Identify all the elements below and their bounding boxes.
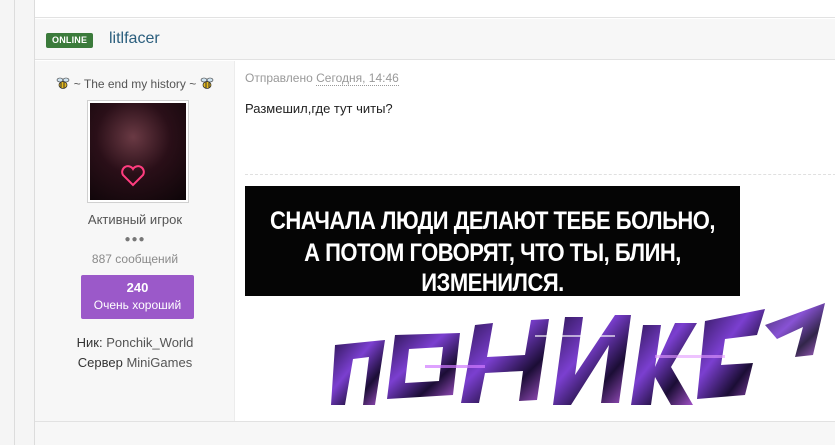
quote-line-1: СНАЧАЛА ЛЮДИ ДЕЛАЮТ ТЕБЕ БОЛЬНО, bbox=[269, 206, 716, 235]
server-field: Сервер MiniGames bbox=[35, 355, 235, 370]
nick-field: Ник: Ponchik_World bbox=[35, 335, 235, 350]
post-footer-bar bbox=[35, 421, 835, 445]
bee-icon bbox=[200, 77, 213, 89]
posted-time: Сегодня, 14:46 bbox=[316, 71, 399, 86]
avatar-image bbox=[90, 103, 186, 200]
author-info-panel: ~ The end my history ~ Активный игрок ●●… bbox=[35, 61, 235, 421]
nick-label: Ник: bbox=[76, 335, 103, 350]
user-title-text: ~ The end my history ~ bbox=[73, 77, 197, 91]
post-header: ONLINE litlfacer bbox=[35, 19, 835, 60]
nick-value: Ponchik_World bbox=[106, 335, 194, 350]
post-content: Отправлено Сегодня, 14:46 Размешил,где т… bbox=[245, 61, 835, 421]
post-top-separator bbox=[35, 0, 835, 18]
posted-label: Отправлено bbox=[245, 71, 313, 85]
server-label: Сервер bbox=[77, 355, 123, 370]
quote-line-2: А ПОТОМ ГОВОРЯТ, ЧТО ТЫ, БЛИН, ИЗМЕНИЛСЯ… bbox=[304, 238, 681, 297]
signature-graffiti-art bbox=[331, 303, 825, 405]
page-gutter bbox=[0, 0, 15, 445]
post-body-text: Размешил,где тут читы? bbox=[245, 101, 393, 116]
signature-divider bbox=[245, 174, 835, 175]
posts-count: 887 сообщений bbox=[91, 252, 179, 266]
server-value: MiniGames bbox=[126, 355, 193, 370]
bee-icon bbox=[57, 77, 70, 89]
post-meta: Отправлено Сегодня, 14:46 bbox=[245, 71, 399, 86]
forum-post: ONLINE litlfacer ~ The end my history ~ bbox=[34, 0, 835, 445]
user-title: ~ The end my history ~ bbox=[35, 77, 235, 91]
user-rank: Активный игрок bbox=[87, 212, 183, 227]
reputation-value: 240 bbox=[126, 280, 149, 295]
author-username-link[interactable]: litlfacer bbox=[109, 29, 160, 49]
reputation-label: Очень хороший bbox=[93, 298, 182, 312]
reputation-badge[interactable]: 240 Очень хороший bbox=[81, 275, 194, 319]
signature-quote-image: СНАЧАЛА ЛЮДИ ДЕЛАЮТ ТЕБЕ БОЛЬНО, А ПОТОМ… bbox=[245, 186, 740, 297]
heart-icon bbox=[121, 165, 145, 187]
avatar[interactable] bbox=[87, 100, 189, 203]
rank-pips: ●●● bbox=[124, 234, 146, 245]
online-badge: ONLINE bbox=[46, 33, 94, 48]
